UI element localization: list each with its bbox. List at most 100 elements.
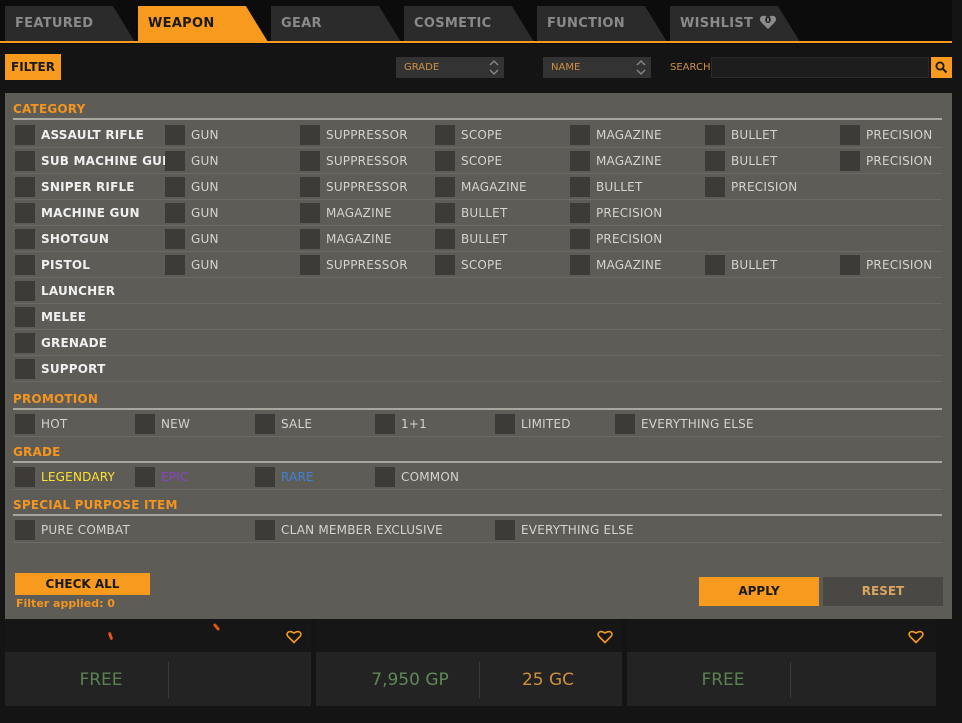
promotion-sale[interactable]: SALE <box>255 414 312 434</box>
subcategory-bullet-checkbox[interactable] <box>570 177 590 197</box>
filter-button[interactable]: FILTER <box>5 54 61 80</box>
grade-rare-checkbox[interactable] <box>255 467 275 487</box>
special-everything-else[interactable]: EVERYTHING ELSE <box>495 520 634 540</box>
name-sort-select[interactable]: NAME <box>543 57 651 78</box>
subcategory-bullet-checkbox[interactable] <box>435 203 455 223</box>
category-grenade[interactable]: GRENADE <box>15 333 107 353</box>
subcategory-bullet[interactable]: BULLET <box>570 177 643 197</box>
category-pistol-checkbox[interactable] <box>15 255 35 275</box>
special-everything-else-checkbox[interactable] <box>495 520 515 540</box>
category-sub-machine-gun[interactable]: SUB MACHINE GUN <box>15 151 172 171</box>
subcategory-precision[interactable]: PRECISION <box>570 229 662 249</box>
grade-epic-checkbox[interactable] <box>135 467 155 487</box>
special-pure-combat-checkbox[interactable] <box>15 520 35 540</box>
category-sniper-rifle-checkbox[interactable] <box>15 177 35 197</box>
subcategory-magazine-checkbox[interactable] <box>300 203 320 223</box>
category-machine-gun-checkbox[interactable] <box>15 203 35 223</box>
tab-gear[interactable]: GEAR <box>271 6 401 42</box>
subcategory-bullet[interactable]: BULLET <box>435 203 508 223</box>
subcategory-suppressor[interactable]: SUPPRESSOR <box>300 255 408 275</box>
apply-button[interactable]: APPLY <box>699 577 819 606</box>
reset-button[interactable]: RESET <box>823 577 943 606</box>
category-shotgun[interactable]: SHOTGUN <box>15 229 109 249</box>
subcategory-magazine[interactable]: MAGAZINE <box>570 151 662 171</box>
subcategory-scope[interactable]: SCOPE <box>435 125 502 145</box>
subcategory-precision[interactable]: PRECISION <box>705 177 797 197</box>
promotion-sale-checkbox[interactable] <box>255 414 275 434</box>
category-sub-machine-gun-checkbox[interactable] <box>15 151 35 171</box>
subcategory-precision-checkbox[interactable] <box>840 125 860 145</box>
subcategory-gun[interactable]: GUN <box>165 255 219 275</box>
promotion-hot-checkbox[interactable] <box>15 414 35 434</box>
subcategory-bullet-checkbox[interactable] <box>435 229 455 249</box>
subcategory-suppressor[interactable]: SUPPRESSOR <box>300 151 408 171</box>
special-pure-combat[interactable]: PURE COMBAT <box>15 520 130 540</box>
subcategory-scope-checkbox[interactable] <box>435 125 455 145</box>
tab-cosmetic[interactable]: COSMETIC <box>404 6 534 42</box>
subcategory-gun[interactable]: GUN <box>165 125 219 145</box>
tab-weapon[interactable]: WEAPON <box>138 6 268 42</box>
grade-epic[interactable]: EPIC <box>135 467 189 487</box>
promotion-new[interactable]: NEW <box>135 414 190 434</box>
subcategory-gun-checkbox[interactable] <box>165 255 185 275</box>
grade-common-checkbox[interactable] <box>375 467 395 487</box>
grade-common[interactable]: COMMON <box>375 467 459 487</box>
category-grenade-checkbox[interactable] <box>15 333 35 353</box>
subcategory-precision-checkbox[interactable] <box>705 177 725 197</box>
subcategory-magazine[interactable]: MAGAZINE <box>300 203 392 223</box>
subcategory-bullet-checkbox[interactable] <box>705 255 725 275</box>
category-melee-checkbox[interactable] <box>15 307 35 327</box>
subcategory-precision-checkbox[interactable] <box>570 203 590 223</box>
subcategory-gun-checkbox[interactable] <box>165 229 185 249</box>
subcategory-precision-checkbox[interactable] <box>570 229 590 249</box>
subcategory-scope-checkbox[interactable] <box>435 255 455 275</box>
category-shotgun-checkbox[interactable] <box>15 229 35 249</box>
subcategory-suppressor[interactable]: SUPPRESSOR <box>300 125 408 145</box>
subcategory-scope[interactable]: SCOPE <box>435 151 502 171</box>
tab-function[interactable]: FUNCTION <box>537 6 667 42</box>
subcategory-scope[interactable]: SCOPE <box>435 255 502 275</box>
subcategory-gun[interactable]: GUN <box>165 151 219 171</box>
subcategory-gun[interactable]: GUN <box>165 203 219 223</box>
grade-legendary-checkbox[interactable] <box>15 467 35 487</box>
subcategory-precision[interactable]: PRECISION <box>570 203 662 223</box>
check-all-button[interactable]: CHECK ALL <box>15 573 150 595</box>
grade-rare[interactable]: RARE <box>255 467 314 487</box>
subcategory-magazine[interactable]: MAGAZINE <box>570 125 662 145</box>
subcategory-gun-checkbox[interactable] <box>165 203 185 223</box>
promotion-1-1[interactable]: 1+1 <box>375 414 427 434</box>
subcategory-suppressor-checkbox[interactable] <box>300 125 320 145</box>
subcategory-magazine[interactable]: MAGAZINE <box>570 255 662 275</box>
subcategory-magazine[interactable]: MAGAZINE <box>300 229 392 249</box>
grade-legendary[interactable]: LEGENDARY <box>15 467 115 487</box>
category-sniper-rifle[interactable]: SNIPER RIFLE <box>15 177 135 197</box>
subcategory-magazine-checkbox[interactable] <box>570 255 590 275</box>
subcategory-gun-checkbox[interactable] <box>165 151 185 171</box>
subcategory-suppressor-checkbox[interactable] <box>300 255 320 275</box>
store-card[interactable]: FREE <box>5 619 311 706</box>
search-input[interactable] <box>711 57 929 78</box>
subcategory-bullet[interactable]: BULLET <box>705 151 778 171</box>
subcategory-magazine-checkbox[interactable] <box>570 151 590 171</box>
category-assault-rifle[interactable]: ASSAULT RIFLE <box>15 125 144 145</box>
category-launcher[interactable]: LAUNCHER <box>15 281 115 301</box>
subcategory-bullet-checkbox[interactable] <box>705 125 725 145</box>
promotion-new-checkbox[interactable] <box>135 414 155 434</box>
subcategory-magazine-checkbox[interactable] <box>435 177 455 197</box>
subcategory-bullet-checkbox[interactable] <box>705 151 725 171</box>
category-machine-gun[interactable]: MACHINE GUN <box>15 203 140 223</box>
subcategory-precision[interactable]: PRECISION <box>840 255 932 275</box>
grade-sort-select[interactable]: GRADE <box>396 57 504 78</box>
promotion-hot[interactable]: HOT <box>15 414 67 434</box>
special-clan-member-exclusive[interactable]: CLAN MEMBER EXCLUSIVE <box>255 520 443 540</box>
category-assault-rifle-checkbox[interactable] <box>15 125 35 145</box>
subcategory-magazine-checkbox[interactable] <box>300 229 320 249</box>
tab-wishlist[interactable]: WISHLIST 0 <box>670 6 800 42</box>
subcategory-gun[interactable]: GUN <box>165 229 219 249</box>
subcategory-suppressor-checkbox[interactable] <box>300 177 320 197</box>
search-button[interactable] <box>931 57 952 78</box>
promotion-limited-checkbox[interactable] <box>495 414 515 434</box>
subcategory-precision-checkbox[interactable] <box>840 151 860 171</box>
subcategory-precision[interactable]: PRECISION <box>840 151 932 171</box>
subcategory-gun-checkbox[interactable] <box>165 177 185 197</box>
